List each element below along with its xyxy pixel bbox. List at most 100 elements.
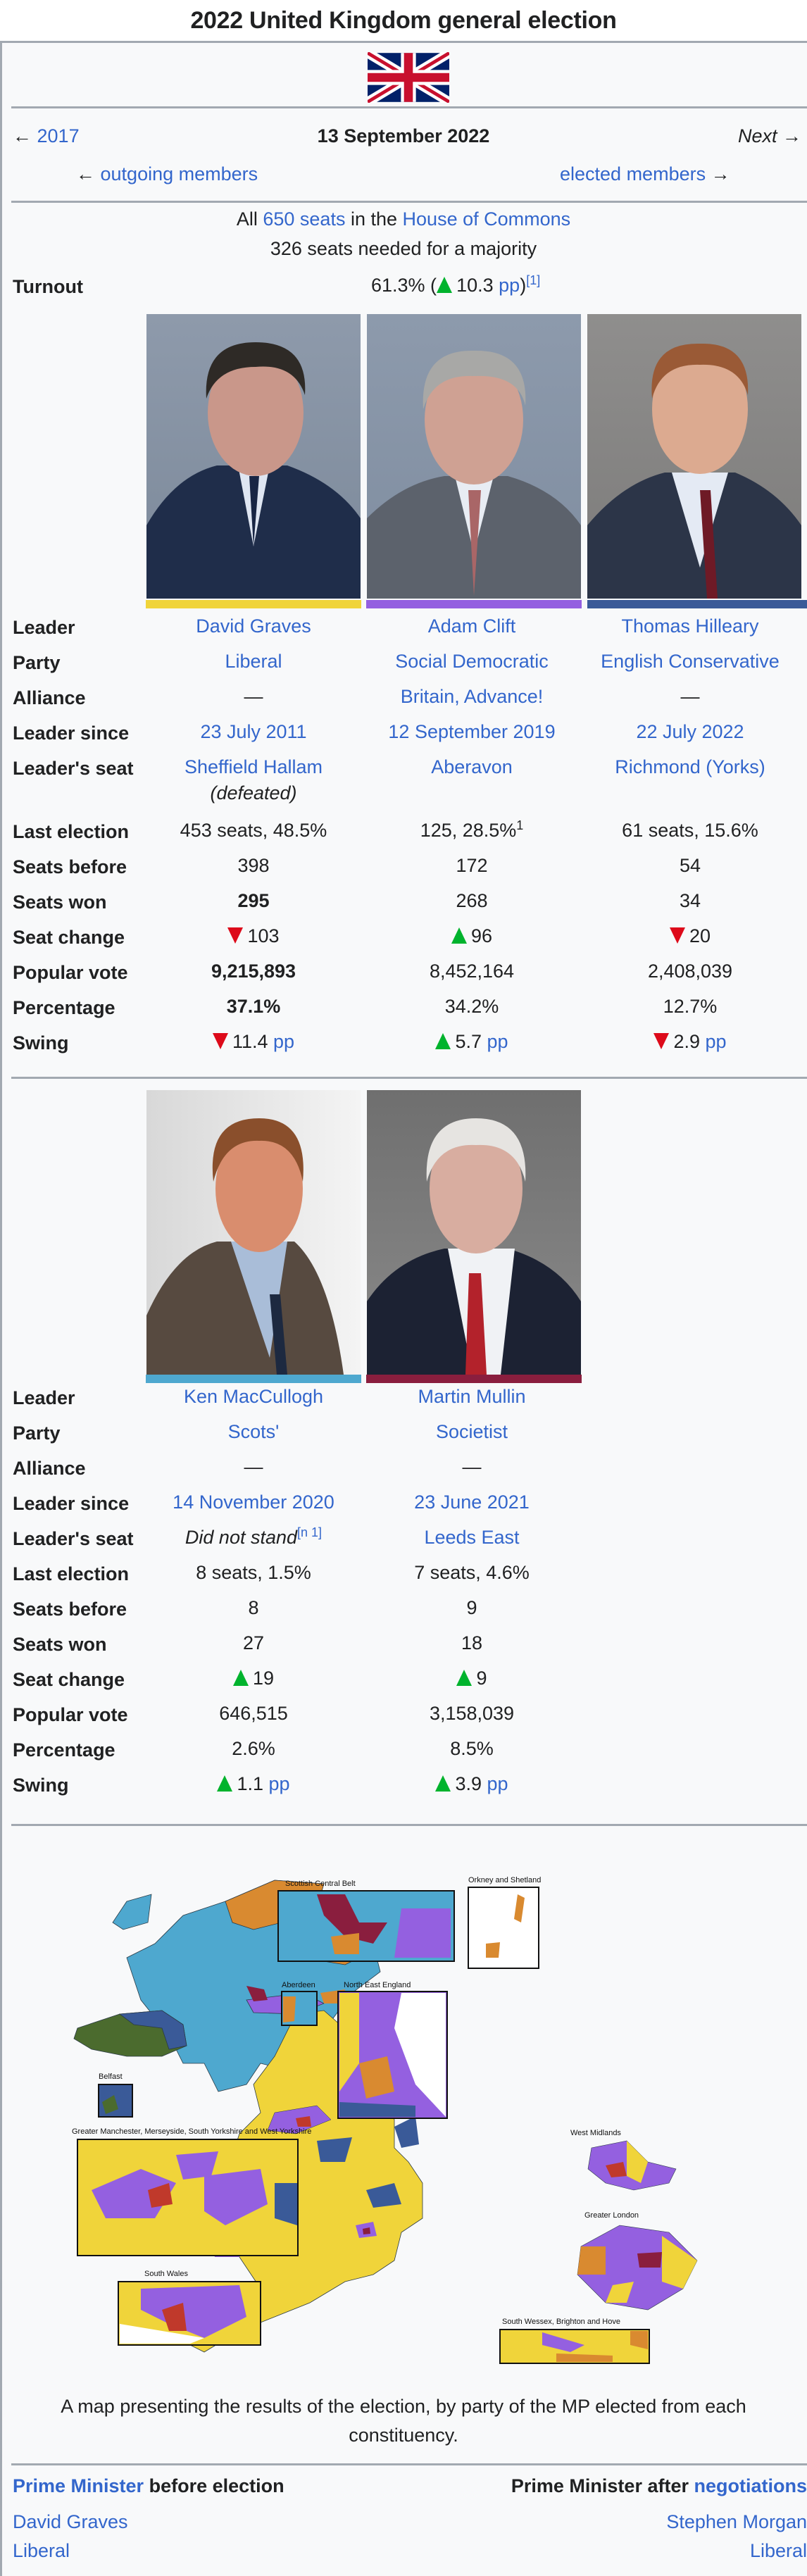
party-color-bar	[366, 1375, 582, 1383]
next-election-link[interactable]: Next	[738, 125, 777, 146]
row-label-seats-before: Seats before	[13, 856, 127, 878]
note-link[interactable]: [n 1]	[297, 1525, 322, 1539]
note-ref: [n 1]	[297, 1525, 322, 1539]
last-election-cell: 453 seats, 48.5%	[148, 820, 359, 842]
leader-photo-thomas-hilleary[interactable]	[587, 314, 801, 599]
seats-won-value: 295	[237, 890, 269, 911]
pp-link[interactable]: pp	[487, 1031, 508, 1052]
party-link[interactable]: English Conservative	[601, 651, 780, 672]
leader-since-link[interactable]: 23 July 2011	[200, 721, 306, 742]
union-jack-flag-icon	[368, 52, 449, 103]
alliance-none: —	[463, 1456, 482, 1477]
leader-link[interactable]: David Graves	[196, 615, 311, 637]
seats-won-cell: 268	[366, 890, 577, 912]
elected-members-nav[interactable]: elected members →	[560, 163, 730, 185]
outgoing-members-link[interactable]: outgoing members	[101, 163, 258, 185]
row-label-last-election: Last election	[13, 821, 129, 843]
leader-link[interactable]: Adam Clift	[428, 615, 516, 637]
pp-link[interactable]: pp	[706, 1031, 727, 1052]
leader-photo-ken-maccullogh[interactable]	[146, 1090, 361, 1375]
popular-vote-cell: 9,215,893	[148, 961, 359, 982]
pp-link[interactable]: pp	[487, 1773, 508, 1794]
seats-before-value: 54	[680, 855, 701, 876]
negotiations-link[interactable]: negotiations	[694, 2475, 807, 2496]
next-election-nav[interactable]: Next →	[738, 125, 801, 147]
last-election-value: 7 seats, 4.6%	[414, 1562, 530, 1583]
outgoing-members-nav[interactable]: ← outgoing members	[76, 163, 258, 185]
row-label-seats-won: Seats won	[13, 892, 107, 913]
leader-since-link[interactable]: 12 September 2019	[388, 721, 555, 742]
party-link[interactable]: Liberal	[225, 651, 282, 672]
leader-link[interactable]: Thomas Hilleary	[621, 615, 758, 637]
divider	[11, 1824, 807, 1826]
party-link[interactable]: Societist	[436, 1421, 508, 1442]
popular-vote-cell: 2,408,039	[584, 961, 796, 982]
summary-text: in the	[351, 208, 397, 230]
right-arrow-icon: →	[782, 125, 801, 146]
seats-before-value: 398	[237, 855, 269, 876]
popular-vote-value: 646,515	[219, 1703, 288, 1724]
pp-link[interactable]: pp	[499, 275, 520, 296]
alliance-link[interactable]: Britain, Advance!	[401, 686, 544, 707]
swing-value: 11.4	[232, 1031, 268, 1052]
seats-link[interactable]: 650 seats	[263, 208, 345, 230]
leaders-seat-link[interactable]: Sheffield Hallam	[184, 756, 323, 777]
leader-since-cell: 22 July 2022	[584, 721, 796, 743]
leader-since-cell: 12 September 2019	[366, 721, 577, 743]
portrait-image	[367, 1090, 581, 1375]
increase-arrow-icon	[451, 927, 467, 944]
pm-before-heading: Prime Minister before election	[13, 2475, 284, 2497]
reference-link[interactable]: [1]	[526, 273, 540, 287]
leader-photo-martin-mullin[interactable]	[367, 1090, 581, 1375]
popular-vote-cell: 646,515	[148, 1703, 359, 1725]
row-label-percentage: Percentage	[13, 1739, 115, 1761]
party-link[interactable]: Social Democratic	[395, 651, 549, 672]
party-cell: Liberal	[148, 651, 359, 673]
alliance-cell: Britain, Advance!	[366, 686, 577, 708]
alliance-cell: —	[366, 1456, 577, 1478]
seat-change-cell: 96	[366, 925, 577, 947]
popular-vote-value: 3,158,039	[430, 1703, 514, 1724]
leaders-seat-cell: Richmond (Yorks)	[584, 756, 796, 778]
divider	[11, 1077, 807, 1079]
leader-since-link[interactable]: 23 June 2021	[414, 1492, 530, 1513]
prev-election-nav[interactable]: ← 2017	[13, 125, 80, 147]
party-link[interactable]: Scots'	[228, 1421, 280, 1442]
leader-since-link[interactable]: 14 November 2020	[173, 1492, 334, 1513]
last-election-value: 61 seats, 15.6%	[622, 820, 758, 841]
turnout-close: )	[520, 275, 526, 296]
party-color-bar	[366, 600, 582, 608]
inset-label: Orkney and Shetland	[468, 1876, 541, 1884]
prime-minister-link[interactable]: Prime Minister	[13, 2475, 144, 2496]
summary-text: All	[237, 208, 258, 230]
divider	[11, 106, 807, 108]
pm-after-name-link[interactable]: Stephen Morgan	[666, 2511, 807, 2533]
row-label-swing: Swing	[13, 1032, 69, 1054]
row-label-last-election: Last election	[13, 1563, 129, 1585]
elected-members-link[interactable]: elected members	[560, 163, 706, 185]
left-arrow-icon: ←	[13, 125, 32, 146]
seats-won-cell: 34	[584, 890, 796, 912]
row-label-leader-since: Leader since	[13, 1493, 129, 1515]
pp-link[interactable]: pp	[273, 1031, 294, 1052]
leader-since-link[interactable]: 22 July 2022	[636, 721, 744, 742]
leader-link[interactable]: Ken MacCullogh	[184, 1386, 323, 1407]
leaders-seat-link[interactable]: Richmond (Yorks)	[615, 756, 765, 777]
pm-before-name-link[interactable]: David Graves	[13, 2511, 128, 2533]
seats-before-value: 8	[248, 1597, 258, 1618]
prev-election-link[interactable]: 2017	[37, 125, 80, 146]
seats-won-cell: 295	[148, 890, 359, 912]
leaders-seat-link[interactable]: Leeds East	[424, 1527, 519, 1548]
leader-photo-adam-clift[interactable]	[367, 314, 581, 599]
leaders-seat-link[interactable]: Aberavon	[431, 756, 513, 777]
leader-link[interactable]: Martin Mullin	[418, 1386, 525, 1407]
leader-since-cell: 23 July 2011	[148, 721, 359, 743]
party-cell: Societist	[366, 1421, 577, 1443]
leader-photo-david-graves[interactable]	[146, 314, 361, 599]
seat-change-cell: 9	[366, 1668, 577, 1689]
house-of-commons-link[interactable]: House of Commons	[403, 208, 571, 230]
swing-cell: 2.9 pp	[584, 1031, 796, 1053]
pp-link[interactable]: pp	[269, 1773, 290, 1794]
seat-change-value: 9	[476, 1668, 487, 1689]
election-results-map[interactable]: Scottish Central Belt Orkney and Shetlan…	[63, 1852, 761, 2394]
